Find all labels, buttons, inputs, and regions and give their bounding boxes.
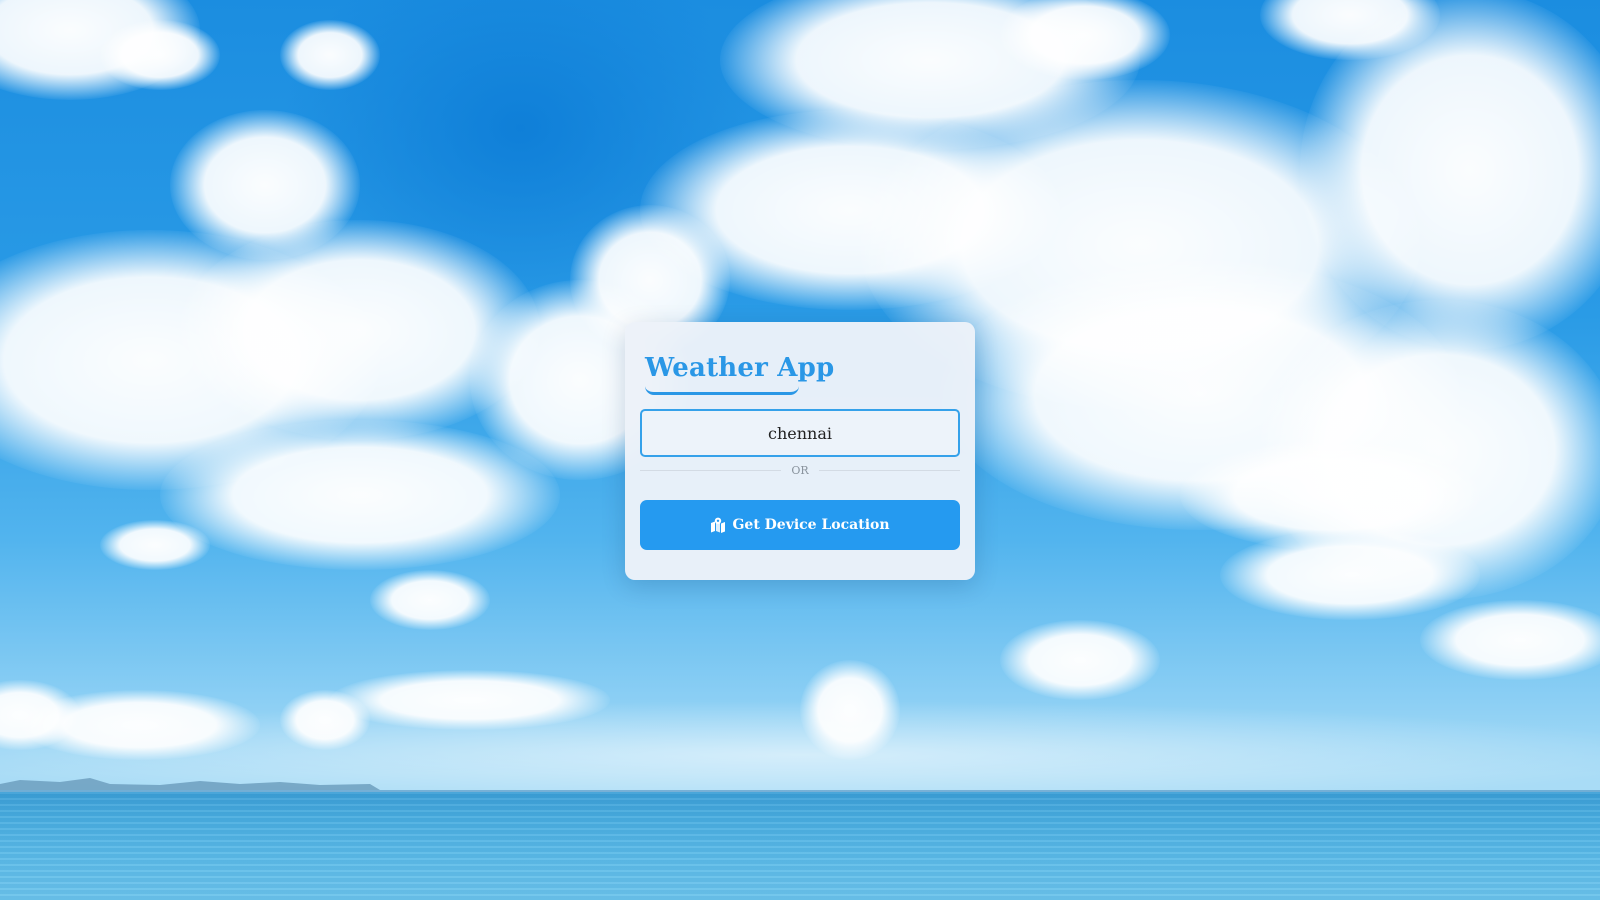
separator-line-left bbox=[640, 469, 782, 471]
cloud bbox=[100, 520, 210, 570]
cloud bbox=[280, 20, 380, 90]
separator-line-right bbox=[818, 469, 960, 471]
get-device-location-button[interactable]: Get Device Location bbox=[640, 500, 960, 550]
weather-card: Weather App OR Get Device Location bbox=[625, 322, 975, 580]
cloud bbox=[1000, 620, 1160, 700]
sea bbox=[0, 792, 1600, 900]
cloud bbox=[370, 570, 490, 630]
separator-text: OR bbox=[791, 463, 809, 477]
cloud bbox=[100, 20, 220, 90]
or-separator: OR bbox=[640, 462, 960, 478]
city-search-input[interactable] bbox=[640, 409, 960, 457]
cloud bbox=[1420, 600, 1600, 680]
cloud bbox=[1220, 530, 1480, 620]
map-location-icon bbox=[710, 517, 726, 533]
app-title: Weather App bbox=[645, 353, 835, 383]
title-underline bbox=[645, 386, 799, 395]
get-device-location-label: Get Device Location bbox=[732, 517, 890, 533]
